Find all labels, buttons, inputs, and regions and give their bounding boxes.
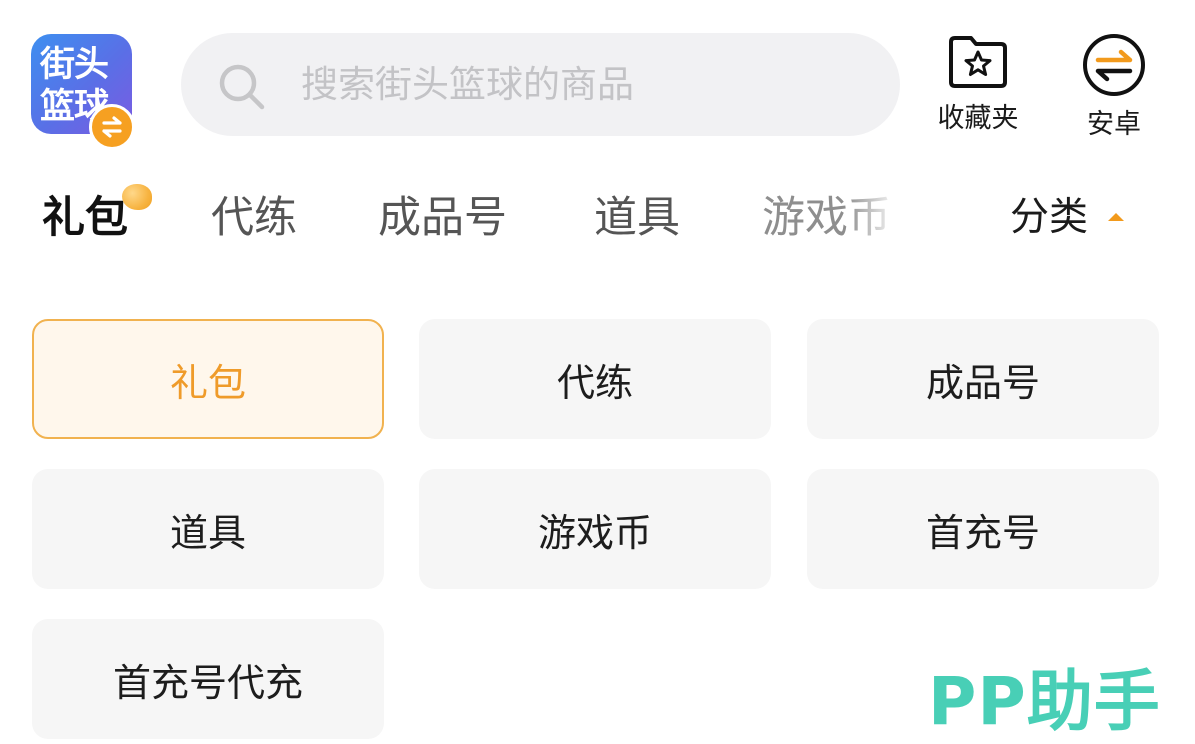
caret-up-icon bbox=[1108, 213, 1124, 221]
android-label: 安卓 bbox=[1087, 109, 1141, 140]
tab-accounts[interactable]: 成品号 bbox=[378, 180, 507, 256]
tab-game-currency[interactable]: 游戏币 bbox=[762, 180, 891, 256]
category-items[interactable]: 道具 bbox=[32, 469, 384, 589]
android-switch-button[interactable]: 安卓 bbox=[1070, 34, 1158, 141]
category-gift-pack[interactable]: 礼包 bbox=[32, 319, 384, 439]
category-first-charge-account[interactable]: 首充号 bbox=[807, 469, 1159, 589]
category-boosting[interactable]: 代练 bbox=[419, 319, 771, 439]
tab-gift-pack[interactable]: 礼包 bbox=[42, 180, 128, 256]
category-game-currency[interactable]: 游戏币 bbox=[419, 469, 771, 589]
category-first-charge-topup[interactable]: 首充号代充 bbox=[32, 619, 384, 739]
tab-boosting[interactable]: 代练 bbox=[211, 180, 297, 256]
tab-items[interactable]: 道具 bbox=[594, 180, 680, 256]
app-logo[interactable]: 街头篮球 bbox=[31, 34, 135, 150]
notification-dot bbox=[122, 184, 152, 210]
pp-assistant-watermark: PP助手 bbox=[928, 663, 1161, 740]
search-icon bbox=[219, 64, 265, 110]
category-label: 分类 bbox=[1010, 195, 1089, 240]
search-input[interactable] bbox=[301, 55, 861, 113]
category-tabs: 礼包 代练 成品号 道具 游戏币 分类 bbox=[0, 180, 1195, 256]
favorites-label: 收藏夹 bbox=[937, 103, 1019, 134]
category-dropdown-toggle[interactable]: 分类 bbox=[1010, 180, 1124, 256]
swap-arrows-icon bbox=[1083, 34, 1145, 96]
swap-badge-icon bbox=[89, 104, 135, 150]
search-bar[interactable] bbox=[181, 33, 900, 136]
category-accounts[interactable]: 成品号 bbox=[807, 319, 1159, 439]
star-folder-icon bbox=[949, 36, 1007, 88]
favorites-button[interactable]: 收藏夹 bbox=[928, 34, 1028, 135]
